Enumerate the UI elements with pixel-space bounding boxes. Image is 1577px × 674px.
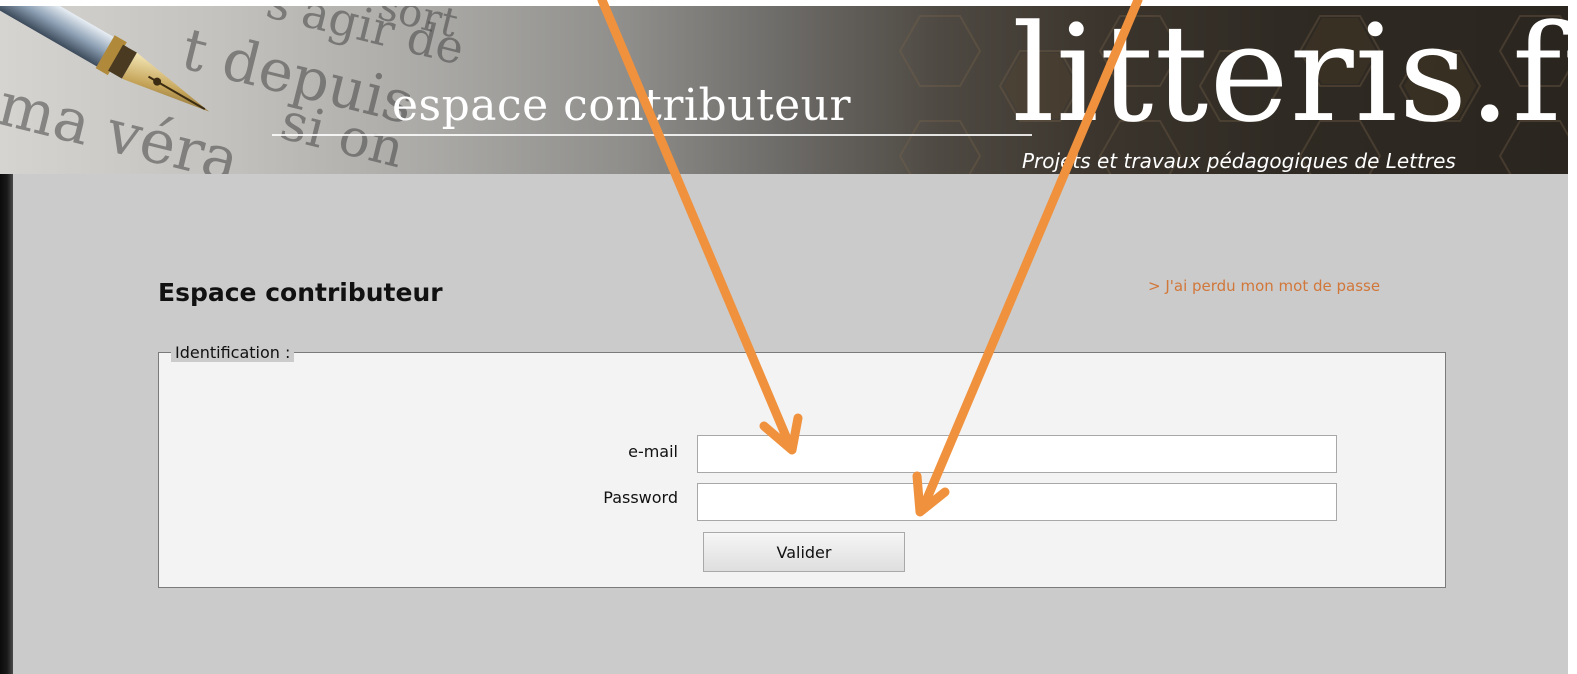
page-title: Espace contributeur bbox=[158, 278, 443, 307]
email-label: e-mail bbox=[628, 442, 678, 461]
browser-viewport: s'agir de sort t depuis si on ma véra es… bbox=[0, 0, 1577, 674]
header-banner: s'agir de sort t depuis si on ma véra es… bbox=[0, 6, 1568, 174]
email-input[interactable] bbox=[697, 435, 1337, 473]
left-edge-shadow bbox=[0, 174, 13, 674]
site-tagline: Projets et travaux pédagogiques de Lettr… bbox=[1022, 149, 1456, 173]
banner-top-border bbox=[0, 0, 1568, 6]
banner-divider-line bbox=[272, 134, 1032, 136]
lost-password-link[interactable]: > J'ai perdu mon mot de passe bbox=[1148, 277, 1380, 295]
fountain-pen-icon bbox=[0, 6, 210, 112]
site-logo[interactable]: litteris.fr bbox=[1012, 6, 1568, 152]
page-background: s'agir de sort t depuis si on ma véra es… bbox=[0, 0, 1568, 674]
password-input[interactable] bbox=[697, 483, 1337, 521]
submit-button[interactable]: Valider bbox=[703, 532, 905, 572]
password-label: Password bbox=[603, 488, 678, 507]
banner-subtitle: espace contributeur bbox=[392, 80, 852, 131]
fieldset-legend: Identification : bbox=[171, 343, 295, 362]
